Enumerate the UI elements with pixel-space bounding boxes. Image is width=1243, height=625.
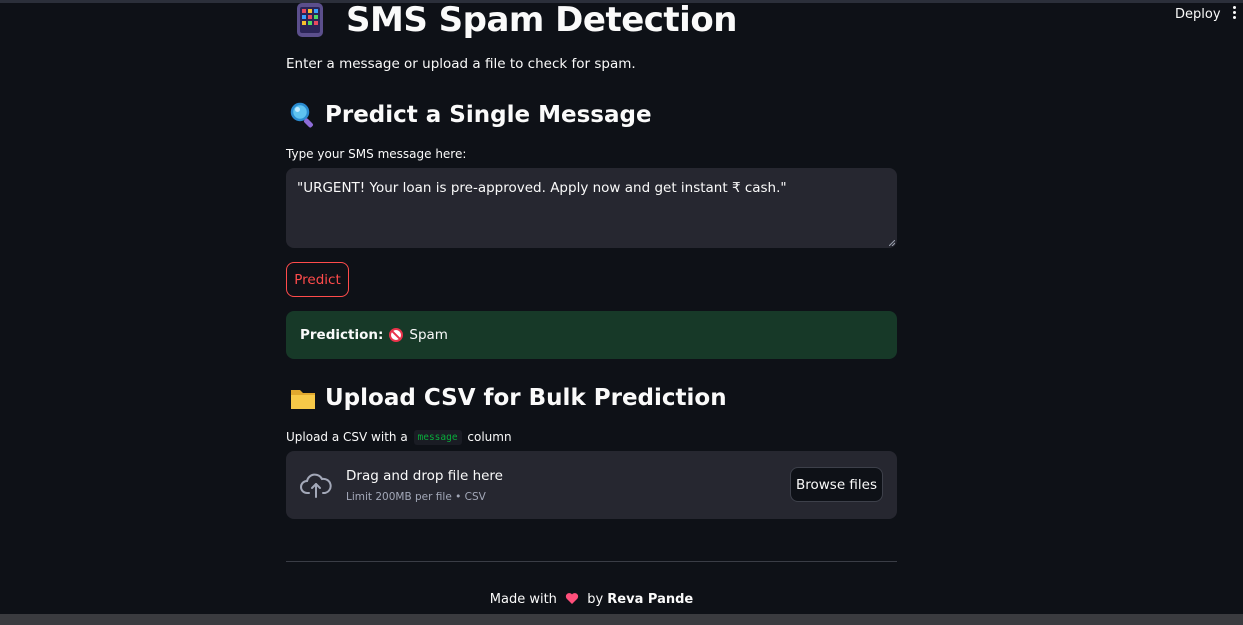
page-title-row: SMS Spam Detection bbox=[296, 0, 737, 40]
prediction-prefix: Prediction: bbox=[300, 327, 384, 343]
magnifier-icon bbox=[290, 102, 313, 128]
prediction-value: Spam bbox=[409, 327, 448, 343]
cloud-upload-icon bbox=[300, 473, 332, 498]
upload-label-code: message bbox=[413, 430, 462, 445]
bulk-section-heading-row: Upload CSV for Bulk Prediction bbox=[289, 384, 727, 412]
heart-icon bbox=[565, 593, 579, 604]
footer: Made with by Reva Pande bbox=[286, 592, 897, 607]
footer-made-with: Made with bbox=[489, 592, 557, 607]
folder-icon bbox=[291, 390, 315, 409]
file-dropzone[interactable]: Drag and drop file here Limit 200MB per … bbox=[286, 451, 897, 519]
predict-button[interactable]: Predict bbox=[286, 262, 349, 297]
upload-label: Upload a CSV with a message column bbox=[286, 430, 512, 445]
page-subtitle: Enter a message or upload a file to chec… bbox=[286, 56, 636, 72]
dropzone-hint: Limit 200MB per file • CSV bbox=[346, 491, 486, 503]
upload-label-after: column bbox=[467, 430, 512, 444]
mobile-phone-icon bbox=[297, 3, 323, 37]
message-textarea-value[interactable]: "URGENT! Your loan is pre-approved. Appl… bbox=[297, 180, 787, 196]
footer-by: by bbox=[587, 592, 604, 607]
message-textarea[interactable]: "URGENT! Your loan is pre-approved. Appl… bbox=[286, 168, 897, 248]
bottom-bar bbox=[0, 614, 1243, 625]
prohibited-icon bbox=[389, 328, 404, 342]
single-section-heading: Predict a Single Message bbox=[325, 102, 652, 128]
prediction-result-box: Prediction: Spam bbox=[286, 311, 897, 359]
dropzone-title: Drag and drop file here bbox=[346, 468, 503, 484]
bulk-section-heading: Upload CSV for Bulk Prediction bbox=[325, 385, 727, 411]
message-input-label: Type your SMS message here: bbox=[286, 147, 467, 161]
browse-files-button[interactable]: Browse files bbox=[790, 467, 883, 502]
deploy-button[interactable]: Deploy bbox=[1175, 7, 1221, 22]
kebab-menu-icon[interactable] bbox=[1228, 6, 1240, 22]
upload-label-before: Upload a CSV with a bbox=[286, 430, 408, 444]
footer-divider bbox=[286, 561, 897, 562]
page-title: SMS Spam Detection bbox=[346, 0, 737, 40]
resize-handle-icon[interactable] bbox=[889, 240, 895, 246]
single-section-heading-row: Predict a Single Message bbox=[289, 101, 652, 129]
footer-author: Reva Pande bbox=[607, 592, 694, 607]
